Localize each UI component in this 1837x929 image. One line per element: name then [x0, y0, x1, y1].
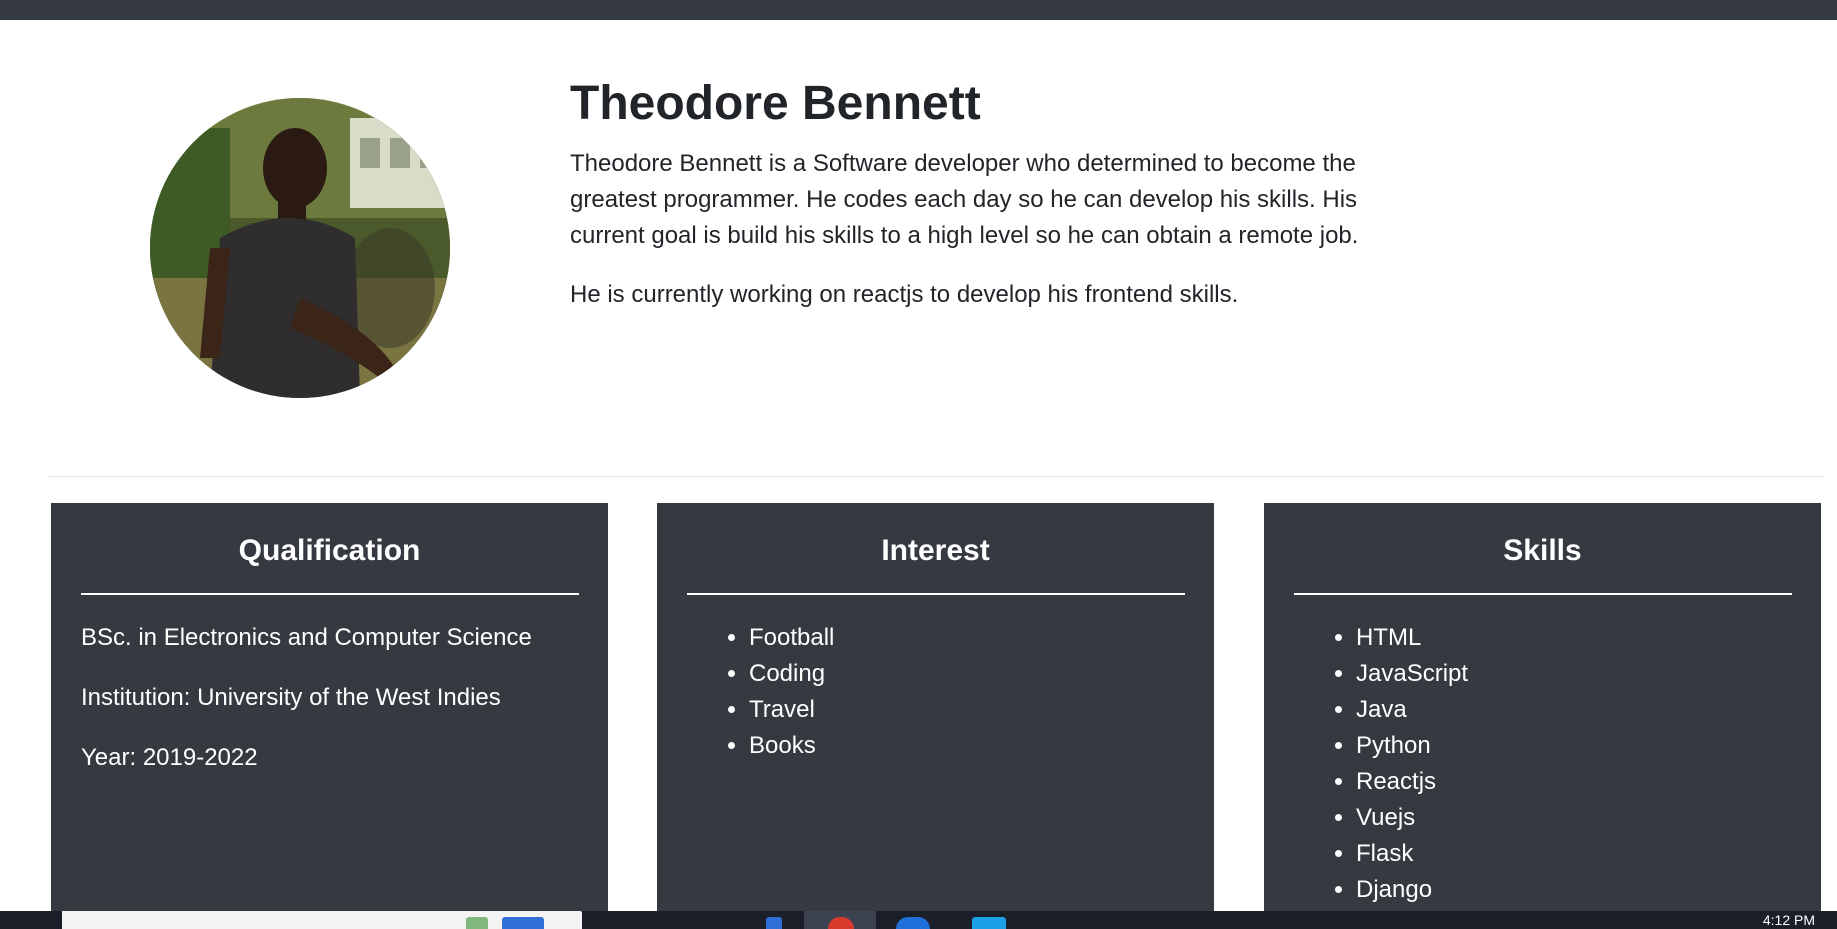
interest-list: Football Coding Travel Books [717, 620, 834, 764]
qualification-body: BSc. in Electronics and Computer Science… [81, 620, 588, 800]
qualification-rule [81, 593, 579, 595]
profile-bio: Theodore Bennett is a Software developer… [570, 150, 1359, 249]
skill-item: HTML [1356, 620, 1468, 656]
qualification-institution: Institution: University of the West Indi… [81, 684, 501, 711]
skill-item: Python [1356, 728, 1468, 764]
section-divider [49, 476, 1824, 477]
notes-icon[interactable] [466, 917, 488, 929]
profile-photo [150, 98, 450, 398]
skill-item: Vuejs [1356, 800, 1468, 836]
qualification-degree: BSc. in Electronics and Computer Science [81, 624, 532, 651]
skills-title: Skills [1503, 534, 1582, 567]
skill-item: Flask [1356, 836, 1468, 872]
skill-item: Java [1356, 692, 1468, 728]
profile-avatar [150, 98, 450, 398]
qualification-card: Qualification BSc. in Electronics and Co… [51, 503, 608, 913]
top-navbar [0, 0, 1837, 20]
chrome-icon [828, 917, 854, 929]
app-icon[interactable] [766, 917, 782, 929]
profile-name: Theodore Bennett [570, 77, 981, 130]
interest-card: Interest Football Coding Travel Books [657, 503, 1214, 913]
skills-card: Skills HTML JavaScript Java Python React… [1264, 503, 1821, 913]
skill-item: JavaScript [1356, 656, 1468, 692]
qualification-year: Year: 2019-2022 [81, 744, 258, 771]
window-icon[interactable] [502, 917, 544, 929]
active-taskbar-button[interactable] [804, 911, 876, 929]
skill-item: Reactjs [1356, 764, 1468, 800]
skill-item: Django [1356, 872, 1468, 908]
os-taskbar: 4:12 PM [0, 911, 1837, 929]
skills-list: HTML JavaScript Java Python Reactjs Vuej… [1324, 620, 1468, 908]
profile-bio-current-work: He is currently working on reactjs to de… [570, 281, 1239, 308]
skills-rule [1294, 593, 1792, 595]
interest-item: Football [749, 620, 834, 656]
mail-icon[interactable] [972, 917, 1006, 929]
edge-icon[interactable] [896, 917, 930, 929]
taskbar-clock[interactable]: 4:12 PM [1763, 912, 1815, 928]
interest-item: Travel [749, 692, 834, 728]
interest-title: Interest [881, 534, 990, 567]
qualification-title: Qualification [238, 534, 421, 567]
interest-item: Coding [749, 656, 834, 692]
interest-item: Books [749, 728, 834, 764]
interest-rule [687, 593, 1185, 595]
